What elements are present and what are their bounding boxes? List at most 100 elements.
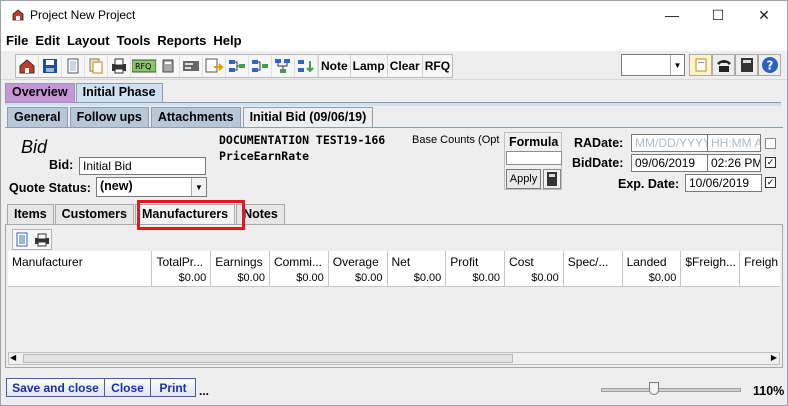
manufacturers-tab-highlight xyxy=(137,200,245,230)
grid-toolbar xyxy=(12,229,52,250)
document-icon[interactable] xyxy=(62,55,85,77)
ratime-field[interactable]: HH:MM A xyxy=(707,134,761,152)
biddate-field[interactable]: 09/06/2019 xyxy=(631,154,708,172)
menu-reports[interactable]: Reports xyxy=(157,33,206,48)
column-total: $0.00 xyxy=(413,272,442,284)
column-commission[interactable]: Commi... $0.00 xyxy=(270,251,329,286)
print-icon[interactable] xyxy=(32,230,51,249)
tab-overview[interactable]: Overview xyxy=(5,83,75,102)
quote-status-select[interactable]: (new) ▼ xyxy=(96,177,207,197)
print-button[interactable]: Print xyxy=(150,378,196,397)
tree-left-icon[interactable] xyxy=(226,55,249,77)
toolbar-select[interactable]: ▼ xyxy=(621,54,685,76)
radate-label: RADate: xyxy=(574,136,624,150)
print-icon[interactable] xyxy=(108,55,131,77)
toolbar-right: ▼ ? xyxy=(621,54,781,76)
scroll-left-icon[interactable]: ◀ xyxy=(10,353,16,362)
tab-attachments[interactable]: Attachments xyxy=(150,107,241,127)
sticky-note-icon[interactable] xyxy=(689,54,712,76)
column-overage[interactable]: Overage $0.00 xyxy=(329,251,388,286)
tab-general[interactable]: General xyxy=(7,107,68,127)
menu-help[interactable]: Help xyxy=(213,33,241,48)
bid-name-field[interactable]: Initial Bid xyxy=(79,157,206,175)
menu-tools[interactable]: Tools xyxy=(117,33,151,48)
column-profit[interactable]: Profit $0.00 xyxy=(446,251,506,286)
close-icon[interactable]: ✕ xyxy=(741,1,787,29)
rfq-badge-icon[interactable]: RFQ xyxy=(131,55,157,77)
card-icon[interactable] xyxy=(180,55,203,77)
save-icon[interactable] xyxy=(39,55,62,77)
formula-input[interactable] xyxy=(506,151,562,165)
tree-right-icon[interactable] xyxy=(249,55,272,77)
apply-button[interactable]: Apply xyxy=(506,169,541,189)
chevron-down-icon: ▼ xyxy=(191,178,206,196)
column-total-price[interactable]: TotalPr... $0.00 xyxy=(152,251,212,286)
home-icon[interactable] xyxy=(16,55,39,77)
formula-panel: Formula Apply xyxy=(504,132,562,190)
column-earnings[interactable]: Earnings $0.00 xyxy=(211,251,270,286)
tab-customers[interactable]: Customers xyxy=(54,204,134,224)
column-header: Landed xyxy=(626,255,667,269)
tab-initial-bid[interactable]: Initial Bid (09/06/19) xyxy=(242,107,374,127)
menu-edit[interactable]: Edit xyxy=(35,33,60,48)
biddate-label: BidDate: xyxy=(572,156,624,170)
lamp-button[interactable]: Lamp xyxy=(349,55,387,77)
menu-layout[interactable]: Layout xyxy=(67,33,110,48)
menu-file[interactable]: File xyxy=(6,33,28,48)
tree-up-icon[interactable] xyxy=(272,55,295,77)
more-button[interactable]: ... xyxy=(199,384,209,398)
quote-status-label: Quote Status: xyxy=(9,181,91,195)
copy-document-icon[interactable] xyxy=(85,55,108,77)
document-icon[interactable] xyxy=(13,230,32,249)
tab-initial-phase[interactable]: Initial Phase xyxy=(75,83,163,102)
phase-tabs: Overview Initial Phase xyxy=(5,83,164,102)
radate-field[interactable]: MM/DD/YYYY xyxy=(631,134,708,152)
manufacturers-panel: Manufacturer TotalPr... $0.00 Earnings $0.… xyxy=(5,224,783,368)
phone-icon[interactable] xyxy=(712,54,735,76)
column-net[interactable]: Net $0.00 xyxy=(388,251,447,286)
svg-text:?: ? xyxy=(766,59,773,73)
zoom-slider-thumb[interactable] xyxy=(649,382,660,395)
save-and-close-button[interactable]: Save and close xyxy=(6,378,105,397)
note-button[interactable]: Note xyxy=(318,55,350,77)
calculator-icon[interactable] xyxy=(735,54,758,76)
exp-date-field[interactable]: 10/06/2019 xyxy=(685,174,762,192)
maximize-icon[interactable]: ☐ xyxy=(695,1,741,29)
bidtime-field[interactable]: 02:26 PM xyxy=(707,154,761,172)
grid-body[interactable] xyxy=(8,287,780,351)
column-total: $0.00 xyxy=(296,272,324,284)
help-icon[interactable]: ? xyxy=(758,54,781,76)
scroll-right-icon[interactable]: ▶ xyxy=(771,353,777,362)
column-cost[interactable]: Cost $0.00 xyxy=(505,251,564,286)
rfq-button[interactable]: RFQ xyxy=(421,55,452,77)
column-header: Spec/... xyxy=(567,255,609,269)
close-button[interactable]: Close xyxy=(104,378,151,397)
minimize-icon[interactable]: — xyxy=(649,1,695,29)
radate-checkbox[interactable] xyxy=(765,138,776,149)
exp-date-checkbox[interactable]: ✓ xyxy=(765,177,776,188)
column-landed[interactable]: Landed $0.00 xyxy=(623,251,682,286)
menu-bar: File Edit Layout Tools Reports Help xyxy=(1,29,787,51)
column-freight-dollar[interactable]: $Freigh... xyxy=(681,251,741,286)
tree-down-icon[interactable] xyxy=(295,55,318,77)
column-spec[interactable]: Spec/... xyxy=(564,251,623,286)
export-icon[interactable] xyxy=(203,55,226,77)
column-total: $0.00 xyxy=(531,272,559,284)
horizontal-scrollbar[interactable]: ◀ ▶ xyxy=(8,352,780,365)
column-total: $0.00 xyxy=(237,272,265,284)
clear-button[interactable]: Clear xyxy=(386,55,422,77)
svg-text:RFQ: RFQ xyxy=(135,62,151,71)
tab-follow-ups[interactable]: Follow ups xyxy=(69,107,149,127)
app-icon xyxy=(12,9,24,21)
biddate-checkbox[interactable]: ✓ xyxy=(765,157,776,168)
zoom-slider[interactable] xyxy=(601,388,741,392)
sub-tabs: General Follow ups Attachments Initial B… xyxy=(7,107,375,127)
book-icon[interactable] xyxy=(157,55,180,77)
column-manufacturer[interactable]: Manufacturer xyxy=(8,251,153,286)
bid-label: Bid: xyxy=(49,158,74,172)
quote-status-value: (new) xyxy=(100,179,133,193)
tab-items[interactable]: Items xyxy=(7,204,54,224)
column-freight[interactable]: Freigh xyxy=(740,251,780,286)
calculator-icon[interactable] xyxy=(543,169,561,189)
scroll-thumb[interactable] xyxy=(23,354,513,363)
